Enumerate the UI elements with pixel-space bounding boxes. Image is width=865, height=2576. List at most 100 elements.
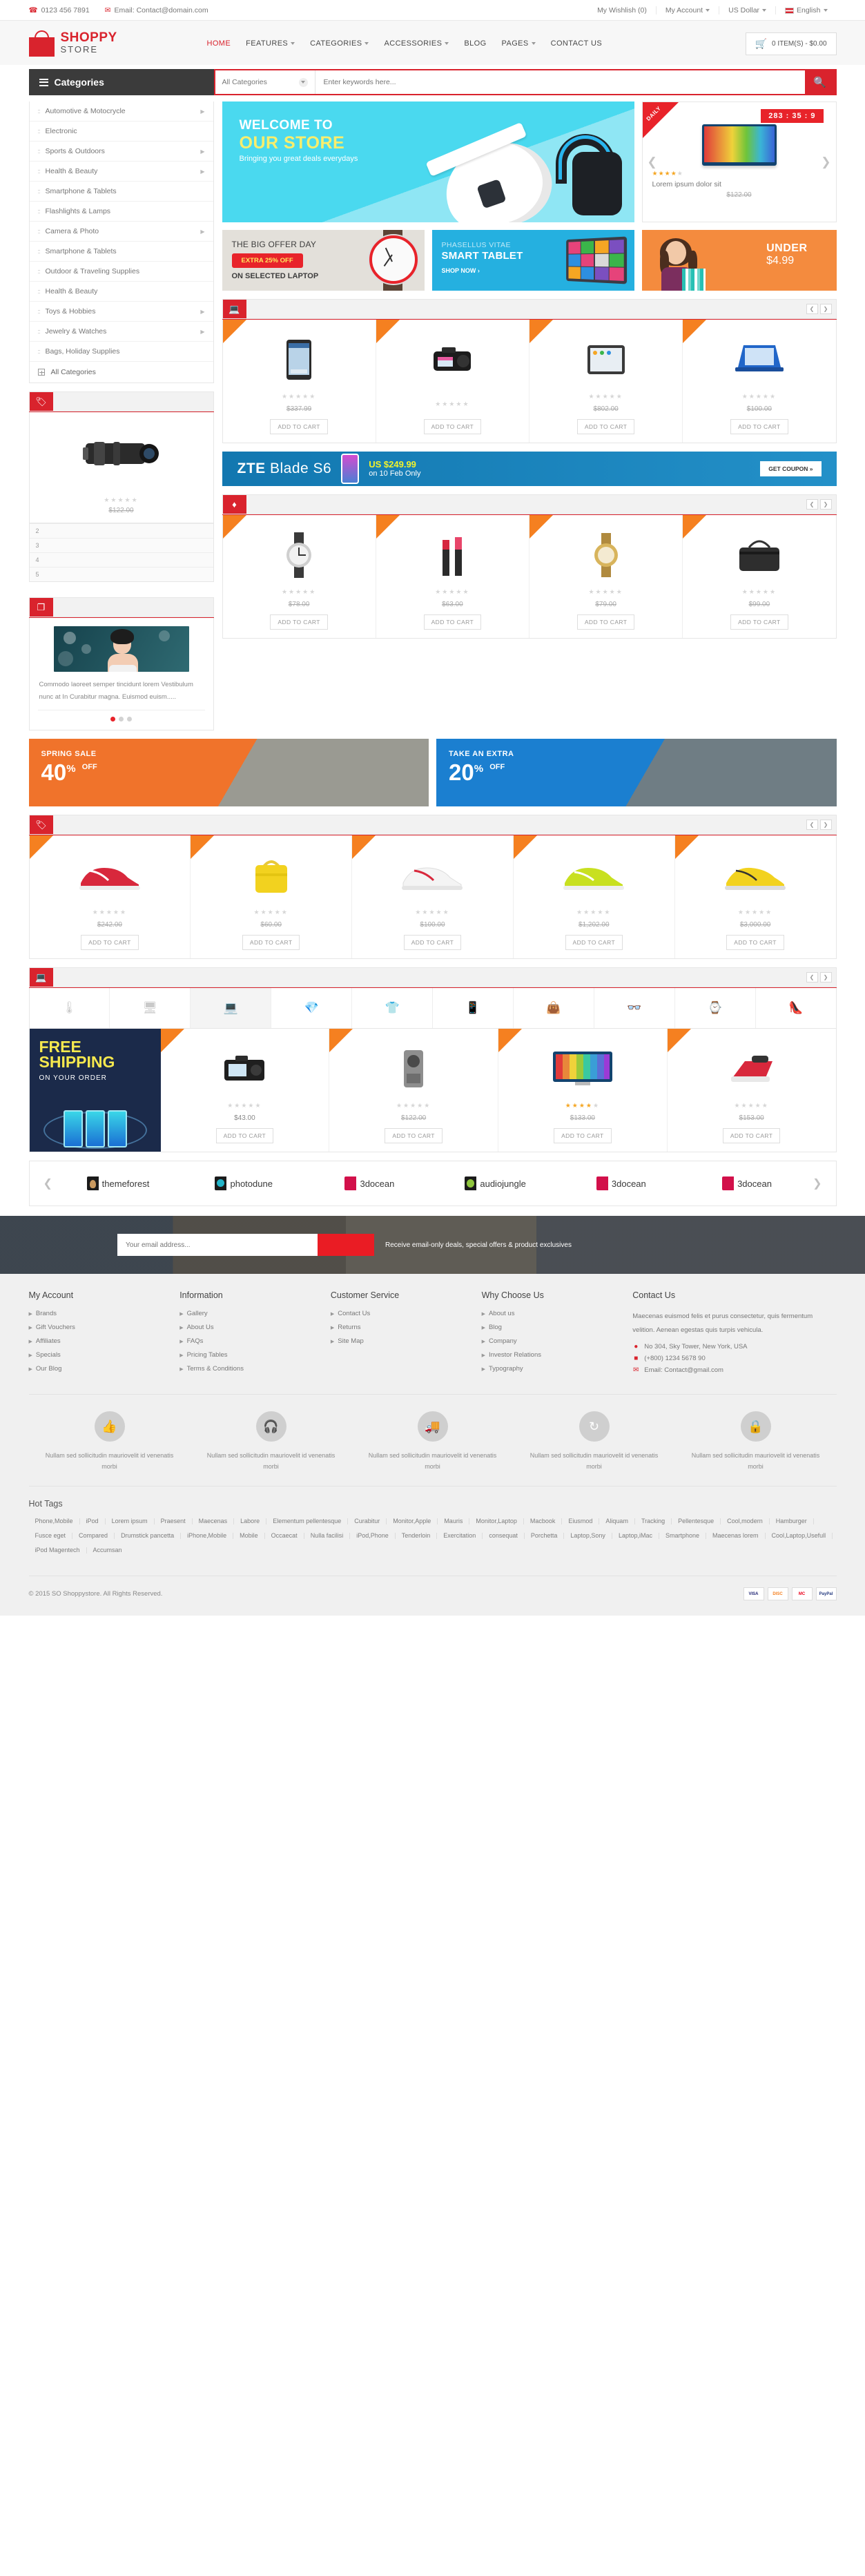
hot-tag[interactable]: Macbook [524,1518,563,1525]
nav-features[interactable]: FEATURES [246,39,295,48]
hot-tag[interactable]: Occaecat [265,1533,304,1540]
brand-audiojungle[interactable]: audiojungle [433,1176,558,1191]
hot-tag[interactable]: Maecenas [193,1518,235,1525]
product-card[interactable]: ★★★★★ $1,202.00 ADD TO CART [513,835,675,959]
product-card[interactable]: ★★★★★ $337.99 ADD TO CART [222,320,376,443]
thumb-row[interactable]: 2 [29,523,213,538]
product-card[interactable]: ★★★★★ $43.00 ADD TO CART [160,1029,330,1152]
product-card[interactable]: ★★★★★ $78.00 ADD TO CART [222,515,376,638]
brand-3docean-2[interactable]: 3docean [558,1176,684,1191]
tab-tshirt-icon[interactable]: 👕 [352,988,434,1029]
cart-button[interactable]: 🛒 0 ITEM(S) - $0.00 [745,32,837,55]
hot-tag[interactable]: Fusce eget [29,1533,73,1540]
hot-tag[interactable]: iPod [80,1518,106,1525]
wishlist-link[interactable]: My Wishlish (0) [588,6,656,14]
thumb-row[interactable]: 3 [29,538,213,552]
dot-2[interactable] [119,717,124,722]
add-to-cart-button[interactable]: ADD TO CART [576,419,635,434]
nav-blog[interactable]: BLOG [464,39,486,48]
brand-3docean-3[interactable]: 3docean [684,1176,810,1191]
sidebar-item-toys-hobbies[interactable]: :: Toys & Hobbies ▶ [29,302,213,322]
footer-link[interactable]: ▶ Affiliates [29,1337,180,1345]
hot-tag[interactable]: Mauris [438,1518,470,1525]
add-to-cart-button[interactable]: ADD TO CART [270,419,328,434]
product-card[interactable]: ★★★★★ $122.00 ADD TO CART [329,1029,498,1152]
featured-product-card[interactable]: ★★★★★ $122.00 [28,412,214,523]
footer-link[interactable]: ▶ Company [482,1337,633,1345]
add-to-cart-button[interactable]: ADD TO CART [730,614,788,630]
hot-tag[interactable]: Curabitur [348,1518,387,1525]
zte-banner[interactable]: ZTE Blade S6 US $249.99 on 10 Feb Only GE… [222,452,837,486]
hot-tag[interactable]: Lorem ipsum [106,1518,155,1525]
carousel-prev-button[interactable]: ❮ [806,499,818,510]
hot-tag[interactable]: iPhone,Mobile [181,1533,234,1540]
footer-link[interactable]: ▶ Specials [29,1351,180,1359]
hot-tag[interactable]: Laptop,iMac [612,1533,659,1540]
product-card[interactable]: ★★★★★ ADD TO CART [376,320,529,443]
dot-1[interactable] [110,717,115,722]
sidebar-all-categories[interactable]: All Categories [30,362,213,382]
product-card[interactable]: ★★★★★ $100.00 ADD TO CART [352,835,514,959]
footer-link[interactable]: ▶ Contact Us [331,1310,482,1317]
hot-tag[interactable]: iPod Magentech [29,1547,87,1554]
hot-tag[interactable]: Mobile [233,1533,265,1540]
tab-heel-icon[interactable]: 👠 [756,988,836,1028]
deal-prev-button[interactable]: ❮ [648,155,657,169]
tab-bag-icon[interactable]: 👜 [514,988,594,1029]
carousel-next-button[interactable]: ❯ [819,499,832,510]
currency-menu[interactable]: US Dollar [719,6,775,14]
add-to-cart-button[interactable]: ADD TO CART [730,419,788,434]
product-card[interactable]: ★★★★★ $79.00 ADD TO CART [529,515,683,638]
brand-next-button[interactable]: ❯ [810,1176,824,1190]
promo-under-499[interactable]: UNDER $4.99 [641,230,837,291]
add-to-cart-button[interactable]: ADD TO CART [565,935,623,951]
carousel-prev-button[interactable]: ❮ [806,972,818,983]
nav-contact-us[interactable]: CONTACT US [551,39,603,48]
product-card[interactable]: ★★★★★ $133.00 ADD TO CART [498,1029,668,1152]
carousel-prev-button[interactable]: ❮ [806,304,818,314]
add-to-cart-button[interactable]: ADD TO CART [81,935,139,951]
dot-3[interactable] [127,717,132,722]
sidebar-item-health-beauty-2[interactable]: :: Health & Beauty [29,282,213,302]
hot-tag[interactable]: Porchetta [525,1533,565,1540]
search-input[interactable] [315,70,805,94]
blog-pagination-dots[interactable] [37,710,205,722]
footer-link[interactable]: ▶ Our Blog [29,1365,180,1373]
tab-thermometer-icon[interactable]: 🌡 [30,988,110,1029]
carousel-next-button[interactable]: ❯ [819,820,832,831]
hot-tag[interactable]: Praesent [155,1518,193,1525]
hot-tag[interactable]: Smartphone [659,1533,706,1540]
promo-smart-tablet[interactable]: PHASELLUS VITAE SMART TABLET SHOP NOW › [431,230,634,291]
categories-toggle-button[interactable]: Categories [28,69,214,95]
sidebar-item-flashlights[interactable]: :: Flashlights & Lamps [29,202,213,222]
hot-tag[interactable]: Drumstick pancetta [115,1533,182,1540]
sidebar-item-outdoor-traveling[interactable]: :: Outdoor & Traveling Supplies [29,262,213,282]
tab-laptop-icon[interactable]: 💻 [191,988,272,1029]
add-to-cart-button[interactable]: ADD TO CART [270,614,328,630]
sidebar-item-health-beauty[interactable]: :: Health & Beauty ▶ [29,162,213,182]
nav-pages[interactable]: PAGES [502,39,536,48]
hot-tag[interactable]: Cool,modern [721,1518,770,1525]
footer-link[interactable]: ▶ FAQs [179,1337,331,1345]
footer-link[interactable]: ▶ Gallery [179,1310,331,1317]
hot-tag[interactable]: consequat [483,1533,525,1540]
footer-link[interactable]: ▶ Investor Relations [482,1351,633,1359]
brand-prev-button[interactable]: ❮ [41,1176,55,1190]
hot-tag[interactable]: Nulla facilisi [304,1533,351,1540]
nav-categories[interactable]: CATEGORIES [310,39,369,48]
sidebar-item-jewelry-watches[interactable]: :: Jewelry & Watches ▶ [29,322,213,342]
thumb-row[interactable]: 4 [29,552,213,567]
footer-link[interactable]: ▶ Gift Vouchers [29,1324,180,1331]
footer-link[interactable]: ▶ About Us [179,1324,331,1331]
hot-tag[interactable]: iPod,Phone [350,1533,396,1540]
footer-link[interactable]: ▶ Brands [29,1310,180,1317]
footer-link[interactable]: ▶ Returns [331,1324,482,1331]
sidebar-item-smartphone-tablets[interactable]: :: Smartphone & Tablets [29,182,213,202]
hot-tag[interactable]: Tracking [635,1518,672,1525]
get-coupon-button[interactable]: GET COUPON » [760,461,822,476]
hot-tag[interactable]: Monitor,Apple [387,1518,438,1525]
deal-product-name[interactable]: Lorem ipsum dolor sit [652,180,826,188]
hot-tag[interactable]: Hamburger [770,1518,814,1525]
footer-link[interactable]: ▶ Pricing Tables [179,1351,331,1359]
tab-tablet-icon[interactable]: 📱 [433,988,514,1029]
